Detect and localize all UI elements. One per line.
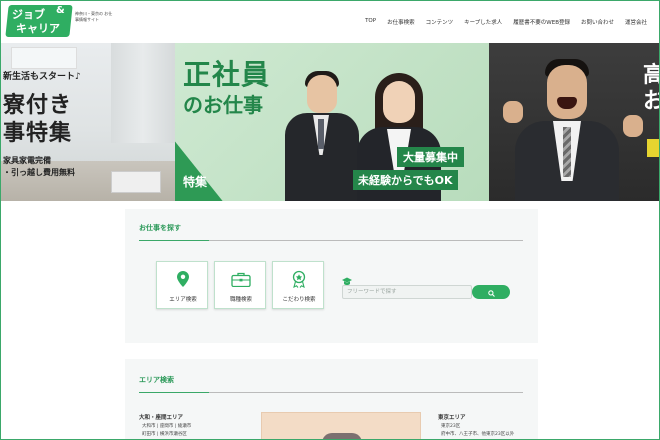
nav-contact[interactable]: お問い合わせ <box>581 18 614 26</box>
area-search-label: エリア検索 <box>169 297 197 303</box>
nav-contents[interactable]: コンテンツ <box>426 18 454 26</box>
badge-no-experience: 未経験からでもOK <box>353 170 458 190</box>
nav-kept-jobs[interactable]: キープした求人 <box>464 18 502 26</box>
slide-left-line1: 新生活もスタート♪ <box>3 72 81 82</box>
fist-left <box>503 101 523 123</box>
room-window <box>11 47 77 69</box>
cheering-man-head <box>547 65 587 119</box>
area-search-divider <box>139 392 523 393</box>
slide-left-line4: 家具家電完備 <box>3 156 51 165</box>
man-tie <box>318 119 324 149</box>
logo-tagline: 神奈川・東京の お仕事情報サイト <box>75 11 113 22</box>
nav-top[interactable]: TOP <box>365 18 376 26</box>
area-search-button[interactable]: エリア検索 <box>156 261 208 309</box>
award-icon <box>273 270 325 288</box>
room-cabinet <box>111 171 161 193</box>
job-search-divider <box>139 240 523 241</box>
area-search-section: エリア検索 大和・座間エリア 大和市 | 座間市 | 綾瀬市 町田市 | 横浜市… <box>125 359 538 439</box>
region-yamato-zama-cities-2[interactable]: 町田市 | 横浜市瀬谷区 <box>142 431 187 437</box>
job-search-section: お仕事を探す エリア検索 職種検索 こだわり検索 <box>125 209 538 343</box>
area-map[interactable] <box>261 412 421 439</box>
site-logo[interactable]: ジョブ & キャリア 神奈川・東京の お仕事情報サイト <box>5 5 112 37</box>
region-tokyo-heading[interactable]: 東京エリア <box>438 413 466 421</box>
man-head <box>307 75 337 113</box>
graduation-cap-icon <box>342 271 352 286</box>
fist-right <box>623 115 643 137</box>
slide-fulltime[interactable]: 正社員 のお仕事 特集 大量募集中 未経験からでもOK <box>175 43 489 201</box>
keyword-search-input[interactable] <box>342 285 472 299</box>
site-header: ジョブ & キャリア 神奈川・東京の お仕事情報サイト TOP お仕事検索 コン… <box>1 1 659 43</box>
region-yamato-zama-cities-1[interactable]: 大和市 | 座間市 | 綾瀬市 <box>142 423 191 429</box>
slide-main-feature: 特集 <box>183 175 208 189</box>
area-search-heading: エリア検索 <box>139 376 174 384</box>
occupation-search-label: 職種検索 <box>229 297 252 303</box>
logo-ampersand: & <box>56 5 65 16</box>
woman-head <box>383 81 415 123</box>
main-nav: TOP お仕事検索 コンテンツ キープした求人 履歴書不要のWEB登録 お問い合… <box>354 18 647 26</box>
keyword-search-button[interactable] <box>472 285 510 299</box>
nav-job-search[interactable]: お仕事検索 <box>387 18 415 26</box>
map-pin-icon <box>157 270 209 288</box>
region-tokyo-cities-2[interactable]: 府中市、八王子市、他東京23区以外 <box>441 431 514 437</box>
briefcase-icon <box>215 270 267 288</box>
slide-left-line3: 事特集 <box>3 121 73 146</box>
browser-frame: ジョブ & キャリア 神奈川・東京の お仕事情報サイト TOP お仕事検索 コン… <box>0 0 660 440</box>
slide-high-income[interactable]: 高 お <box>489 43 659 201</box>
region-tokyo-cities-1[interactable]: 東京23区 <box>441 423 460 429</box>
preference-search-button[interactable]: こだわり検索 <box>272 261 324 309</box>
search-icon <box>487 285 495 300</box>
slide-right-accent <box>647 139 659 157</box>
cheering-man-tie <box>563 127 571 177</box>
preference-search-label: こだわり検索 <box>282 297 316 303</box>
slide-main-title2: のお仕事 <box>183 93 263 117</box>
slide-main-corner <box>175 129 229 201</box>
badge-mass-recruit: 大量募集中 <box>397 147 464 167</box>
slide-left-line5: ・引っ越し費用無料 <box>3 168 75 177</box>
slide-main-title1: 正社員 <box>183 58 271 91</box>
occupation-search-button[interactable]: 職種検索 <box>214 261 266 309</box>
room-curtain <box>111 43 175 143</box>
job-search-heading: お仕事を探す <box>139 224 181 232</box>
nav-company[interactable]: 運営会社 <box>625 18 647 26</box>
hero-carousel[interactable]: 新生活もスタート♪ 寮付き 事特集 家具家電完備 ・引っ越し費用無料 正社員 の… <box>1 43 659 201</box>
slide-dormitory[interactable]: 新生活もスタート♪ 寮付き 事特集 家具家電完備 ・引っ越し費用無料 <box>1 43 175 201</box>
logo-text-career: キャリア <box>16 22 60 35</box>
nav-web-register[interactable]: 履歴書不要のWEB登録 <box>513 18 570 26</box>
slide-right-text: 高 お <box>643 63 659 115</box>
map-region-shape <box>322 433 362 439</box>
region-yamato-zama-heading[interactable]: 大和・座間エリア <box>139 413 183 421</box>
